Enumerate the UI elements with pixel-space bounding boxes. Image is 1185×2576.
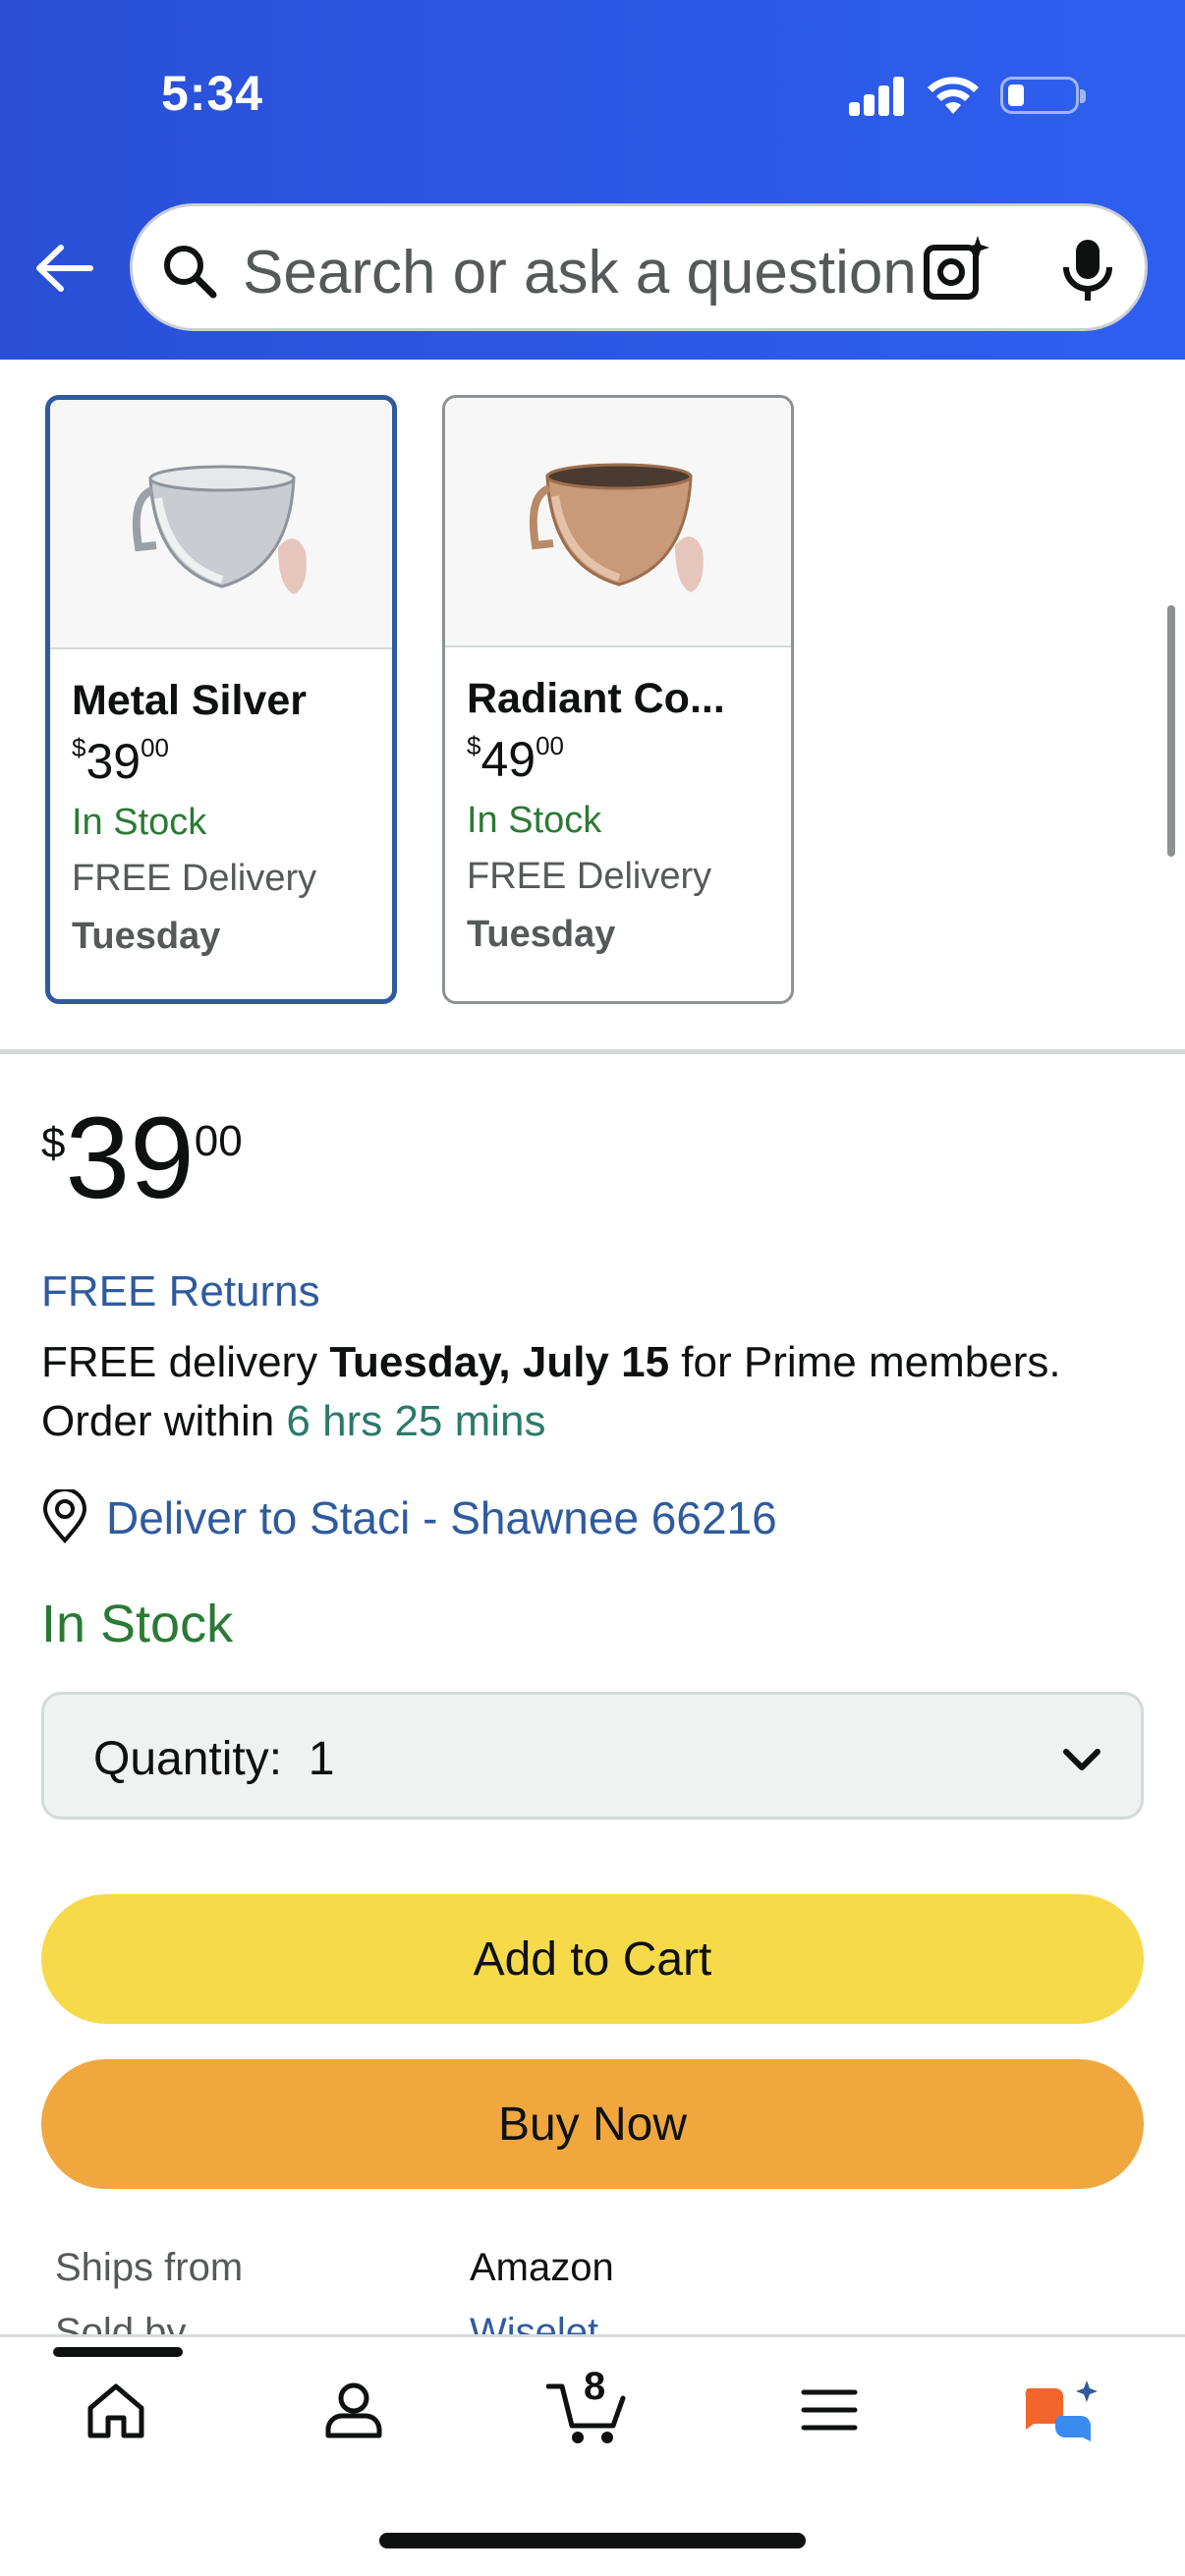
chevron-down-icon (1063, 1749, 1100, 1770)
variant-stock-status: In Stock (467, 800, 602, 841)
delivery-info: FREE delivery Tuesday, July 15 for Prime… (41, 1338, 1061, 1386)
free-returns-link[interactable]: FREE Returns (41, 1267, 320, 1316)
delivery-countdown: 6 hrs 25 mins (286, 1397, 546, 1445)
app-header: 5:34 Search or ask a question (0, 0, 1185, 360)
variant-stock-status: In Stock (72, 802, 207, 843)
add-to-cart-button[interactable]: Add to Cart (41, 1894, 1144, 2024)
variant-name: Radiant Co... (467, 675, 725, 722)
search-placeholder: Search or ask a question (243, 239, 917, 307)
variant-price: $3900 (72, 733, 170, 789)
camera-lens-icon[interactable] (921, 234, 991, 305)
variant-name: Metal Silver (72, 677, 307, 724)
variant-price: $4900 (467, 731, 565, 787)
cellular-signal-icon (849, 77, 906, 116)
delivery-date: Tuesday, July 15 (329, 1338, 670, 1386)
order-within: Order within 6 hrs 25 mins (41, 1397, 546, 1445)
quantity-label: Quantity: 1 (93, 1733, 335, 1785)
home-indicator (379, 2533, 806, 2548)
buy-now-button[interactable]: Buy Now (41, 2059, 1144, 2189)
microphone-icon[interactable] (1056, 236, 1119, 305)
back-arrow-icon[interactable] (29, 234, 98, 303)
wifi-icon (928, 77, 979, 114)
battery-icon (1000, 77, 1086, 114)
product-price: $3900 (41, 1093, 243, 1223)
active-tab-indicator (53, 2347, 183, 2357)
section-divider (0, 1049, 1185, 1054)
variant-delivery: FREE Delivery (467, 856, 712, 897)
variant-image-copper-bowl (445, 398, 791, 647)
search-icon (164, 246, 217, 299)
search-input[interactable]: Search or ask a question (130, 203, 1148, 331)
cart-count-badge: 8 (584, 2365, 606, 2408)
variant-delivery-day: Tuesday (467, 914, 616, 955)
variant-delivery: FREE Delivery (72, 858, 317, 899)
quantity-value: 1 (308, 1733, 335, 1785)
rufus-assistant-icon[interactable] (1020, 2379, 1100, 2449)
ships-from-value: Amazon (470, 2246, 614, 2289)
ships-from-label: Ships from (55, 2246, 244, 2289)
variant-card-radiant-copper[interactable]: Radiant Co... $4900 In Stock FREE Delive… (442, 395, 794, 1004)
stock-status: In Stock (41, 1595, 234, 1653)
location-pin-icon (42, 1489, 87, 1544)
variant-delivery-day: Tuesday (72, 916, 221, 957)
quantity-select[interactable]: Quantity: 1 (41, 1692, 1144, 1820)
home-icon[interactable] (85, 2379, 147, 2441)
deliver-to-link[interactable]: Deliver to Staci - Shawnee 66216 (106, 1491, 777, 1544)
menu-icon[interactable] (800, 2379, 859, 2441)
scrollbar[interactable] (1167, 605, 1175, 857)
variant-image-silver-bowl (50, 400, 392, 649)
variant-card-metal-silver[interactable]: Metal Silver $3900 In Stock FREE Deliver… (45, 395, 397, 1004)
status-time: 5:34 (161, 66, 264, 121)
account-icon[interactable] (322, 2379, 385, 2441)
